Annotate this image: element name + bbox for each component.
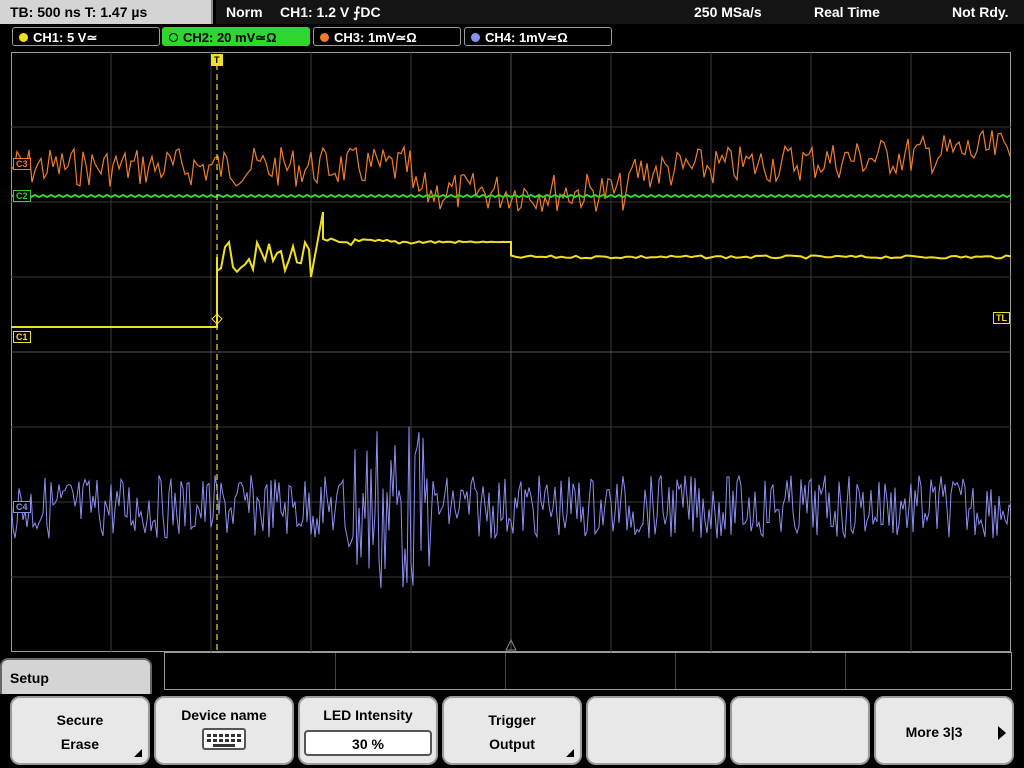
acquisition-status: Norm CH1: 1.2 V ⨍DC 250 MSa/s Real Time … xyxy=(216,0,1024,24)
softkey-6-blank[interactable] xyxy=(730,696,870,765)
trigger-level-marker[interactable]: TL xyxy=(993,312,1010,324)
run-state: Not Rdy. xyxy=(952,4,1009,20)
trigger-output-button[interactable]: Trigger Output xyxy=(442,696,582,765)
submenu-arrow-icon xyxy=(134,749,142,757)
trigger-readout: CH1: 1.2 V ⨍DC xyxy=(280,4,381,20)
softkey-5-blank[interactable] xyxy=(586,696,726,765)
channel-4-ground-marker[interactable]: C4 xyxy=(13,501,31,513)
channel-3-ground-marker[interactable]: C3 xyxy=(13,158,31,170)
keyboard-icon xyxy=(202,728,246,750)
led-intensity-value: 30 % xyxy=(304,730,432,756)
channel-2-ground-marker[interactable]: C2 xyxy=(13,190,31,202)
acquisition-mode: Real Time xyxy=(814,4,880,20)
channel-3-tab[interactable]: CH3: 1mV≃Ω xyxy=(313,27,461,46)
status-bar: TB: 500 ns T: 1.47 µs Norm CH1: 1.2 V ⨍D… xyxy=(0,0,1024,25)
channel-4-tab[interactable]: CH4: 1mV≃Ω xyxy=(464,27,612,46)
zoom-overview xyxy=(164,652,1012,690)
softkey-bar: Secure Erase Device name LED Intensity 3… xyxy=(0,694,1024,768)
sample-rate: 250 MSa/s xyxy=(694,4,762,20)
submenu-arrow-icon xyxy=(566,749,574,757)
trigger-position-marker[interactable]: T xyxy=(211,54,223,66)
trigger-mode: Norm xyxy=(226,4,263,20)
channel-1-label: CH1: 5 V≃ xyxy=(33,30,98,45)
channel-1-dot-icon xyxy=(19,33,28,42)
channel-2-label: CH2: 20 mV≃Ω xyxy=(183,30,277,45)
next-page-arrow-icon xyxy=(998,726,1006,740)
secure-erase-button[interactable]: Secure Erase xyxy=(10,696,150,765)
waveform-display xyxy=(11,52,1011,652)
channel-1-tab[interactable]: CH1: 5 V≃ xyxy=(12,27,160,46)
channel-3-dot-icon xyxy=(320,33,329,42)
channel-2-tab[interactable]: CH2: 20 mV≃Ω xyxy=(162,27,310,46)
channel-4-dot-icon xyxy=(471,33,480,42)
menu-title: Setup xyxy=(0,658,152,696)
device-name-button[interactable]: Device name xyxy=(154,696,294,765)
channel-3-label: CH3: 1mV≃Ω xyxy=(334,30,417,45)
channel-2-dot-icon xyxy=(169,33,178,42)
timebase-readout[interactable]: TB: 500 ns T: 1.47 µs xyxy=(0,0,213,24)
more-button[interactable]: More 3|3 xyxy=(874,696,1014,765)
channel-1-ground-marker[interactable]: C1 xyxy=(13,331,31,343)
led-intensity-button[interactable]: LED Intensity 30 % xyxy=(298,696,438,765)
channel-4-label: CH4: 1mV≃Ω xyxy=(485,30,568,45)
channel-bar: CH1: 5 V≃ CH2: 20 mV≃Ω CH3: 1mV≃Ω CH4: 1… xyxy=(0,26,1024,48)
